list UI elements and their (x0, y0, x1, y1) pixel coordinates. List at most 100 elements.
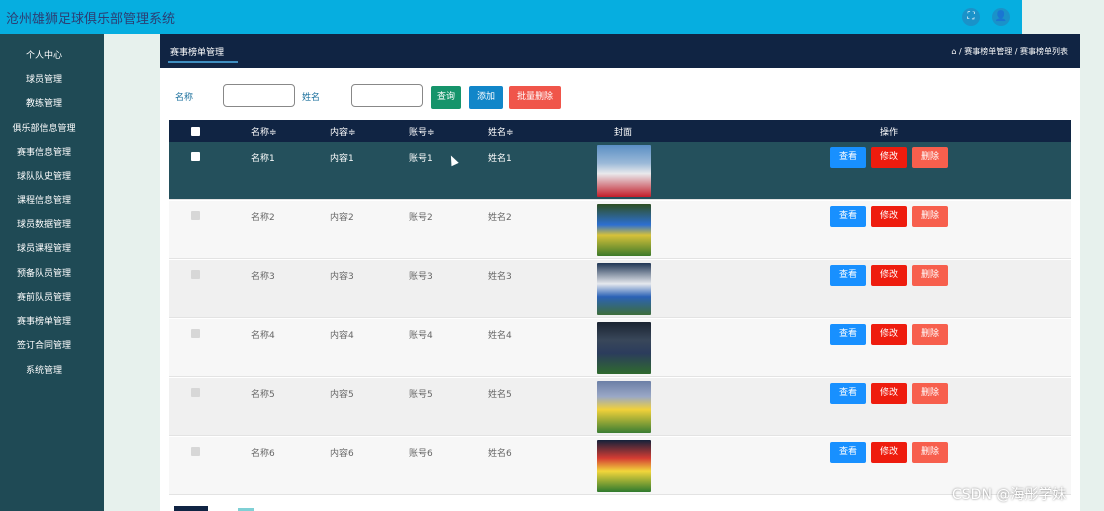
row-checkbox[interactable] (191, 270, 200, 279)
user-icon[interactable]: 👤 (992, 8, 1010, 26)
cell-xingming: 姓名5 (488, 390, 512, 400)
cell-xingming: 姓名4 (488, 331, 512, 341)
cell-name: 名称4 (251, 331, 275, 341)
sidebar-item-team-history[interactable]: 球队队史管理 (0, 168, 88, 186)
sidebar-item-contracts[interactable]: 签订合同管理 (0, 337, 88, 355)
xingming-filter-label: 姓名 (302, 93, 321, 103)
select-all-checkbox[interactable] (191, 127, 200, 136)
cover-image (597, 381, 651, 433)
fullscreen-icon[interactable]: ⛶ (962, 8, 980, 26)
cell-content: 内容4 (330, 331, 354, 341)
view-button[interactable]: 查看 (830, 265, 866, 286)
cell-content: 内容5 (330, 390, 354, 400)
edit-button[interactable]: 修改 (871, 147, 907, 168)
edit-button[interactable]: 修改 (871, 265, 907, 286)
view-button[interactable]: 查看 (830, 442, 866, 463)
sidebar-item-course-info[interactable]: 课程信息管理 (0, 192, 88, 210)
rankings-table: 名称≑ 内容≑ 账号≑ 姓名≑ 封面 操作 名称1 内容1 账号1 姓名1 查看… (169, 120, 1071, 496)
delete-button[interactable]: 删除 (912, 147, 948, 168)
content-gutter (104, 34, 160, 511)
column-header-account[interactable]: 账号≑ (409, 125, 435, 138)
cell-name: 名称5 (251, 390, 275, 400)
delete-button[interactable]: 删除 (912, 265, 948, 286)
delete-button[interactable]: 删除 (912, 383, 948, 404)
table-row[interactable]: 名称6 内容6 账号6 姓名6 查看 修改 删除 (169, 437, 1071, 495)
row-checkbox[interactable] (191, 211, 200, 220)
cell-account: 账号2 (409, 213, 433, 223)
edit-button[interactable]: 修改 (871, 442, 907, 463)
top-bar: 沧州雄狮足球俱乐部管理系统 ⛶ 👤 (0, 0, 1022, 34)
column-header-cover: 封面 (614, 128, 633, 138)
cover-image (597, 440, 651, 492)
table-row[interactable]: 名称1 内容1 账号1 姓名1 查看 修改 删除 (169, 142, 1071, 200)
sidebar: 个人中心 球员管理 教练管理 俱乐部信息管理 赛事信息管理 球队队史管理 课程信… (0, 34, 104, 511)
cell-xingming: 姓名3 (488, 272, 512, 282)
add-button[interactable]: 添加 (469, 86, 503, 109)
column-header-xingming[interactable]: 姓名≑ (488, 125, 514, 138)
sidebar-item-coaches[interactable]: 教练管理 (0, 95, 88, 113)
cell-account: 账号3 (409, 272, 433, 282)
cell-account: 账号4 (409, 331, 433, 341)
cell-content: 内容3 (330, 272, 354, 282)
sidebar-item-match-info[interactable]: 赛事信息管理 (0, 144, 88, 162)
column-header-content[interactable]: 内容≑ (330, 125, 356, 138)
watermark: CSDN @海彤学妹 (952, 487, 1067, 503)
tab-underline (168, 61, 238, 63)
cell-content: 内容2 (330, 213, 354, 223)
table-row[interactable]: 名称4 内容4 账号4 姓名4 查看 修改 删除 (169, 319, 1071, 377)
edit-button[interactable]: 修改 (871, 324, 907, 345)
row-checkbox[interactable] (191, 447, 200, 456)
pagination-current-page[interactable] (174, 506, 208, 511)
column-header-name[interactable]: 名称≑ (251, 125, 277, 138)
cell-content: 内容1 (330, 154, 354, 164)
view-button[interactable]: 查看 (830, 383, 866, 404)
sidebar-item-prematch-players[interactable]: 赛前队员管理 (0, 289, 88, 307)
cover-image (597, 145, 651, 197)
search-button[interactable]: 查询 (431, 86, 461, 109)
right-gutter (1080, 34, 1104, 511)
sidebar-item-system[interactable]: 系统管理 (0, 362, 88, 380)
delete-button[interactable]: 删除 (912, 324, 948, 345)
cell-name: 名称1 (251, 154, 275, 164)
cell-xingming: 姓名2 (488, 213, 512, 223)
row-checkbox[interactable] (191, 152, 200, 161)
cell-content: 内容6 (330, 449, 354, 459)
cell-name: 名称2 (251, 213, 275, 223)
tab-match-rankings[interactable]: 赛事榜单管理 (170, 45, 224, 58)
row-checkbox[interactable] (191, 388, 200, 397)
main-panel: 赛事榜单管理 ⌂ / 赛事榜单管理 / 赛事榜单列表 名称 姓名 查询 添加 批… (160, 34, 1080, 511)
sidebar-item-player-courses[interactable]: 球员课程管理 (0, 240, 88, 258)
panel-header: 赛事榜单管理 ⌂ / 赛事榜单管理 / 赛事榜单列表 (160, 34, 1080, 68)
view-button[interactable]: 查看 (830, 147, 866, 168)
cover-image (597, 322, 651, 374)
sidebar-item-profile[interactable]: 个人中心 (0, 47, 88, 65)
xingming-filter-input[interactable] (351, 84, 423, 107)
breadcrumb: ⌂ / 赛事榜单管理 / 赛事榜单列表 (951, 47, 1068, 56)
edit-button[interactable]: 修改 (871, 206, 907, 227)
sidebar-item-players[interactable]: 球员管理 (0, 71, 88, 89)
column-header-actions: 操作 (880, 128, 899, 138)
edit-button[interactable]: 修改 (871, 383, 907, 404)
cell-xingming: 姓名6 (488, 449, 512, 459)
cell-name: 名称6 (251, 449, 275, 459)
table-row[interactable]: 名称3 内容3 账号3 姓名3 查看 修改 删除 (169, 260, 1071, 318)
cell-xingming: 姓名1 (488, 154, 512, 164)
cell-account: 账号1 (409, 154, 433, 164)
sidebar-item-club-info[interactable]: 俱乐部信息管理 (0, 120, 88, 138)
cover-image (597, 263, 651, 315)
delete-button[interactable]: 删除 (912, 442, 948, 463)
sidebar-item-player-data[interactable]: 球员数据管理 (0, 216, 88, 234)
cell-account: 账号5 (409, 390, 433, 400)
name-filter-input[interactable] (223, 84, 295, 107)
cell-name: 名称3 (251, 272, 275, 282)
sidebar-item-reserve-players[interactable]: 预备队员管理 (0, 265, 88, 283)
view-button[interactable]: 查看 (830, 324, 866, 345)
cover-image (597, 204, 651, 256)
delete-button[interactable]: 删除 (912, 206, 948, 227)
view-button[interactable]: 查看 (830, 206, 866, 227)
row-checkbox[interactable] (191, 329, 200, 338)
table-row[interactable]: 名称2 内容2 账号2 姓名2 查看 修改 删除 (169, 201, 1071, 259)
table-row[interactable]: 名称5 内容5 账号5 姓名5 查看 修改 删除 (169, 378, 1071, 436)
batch-delete-button[interactable]: 批量删除 (509, 86, 561, 109)
sidebar-item-match-rankings[interactable]: 赛事榜单管理 (0, 313, 88, 331)
